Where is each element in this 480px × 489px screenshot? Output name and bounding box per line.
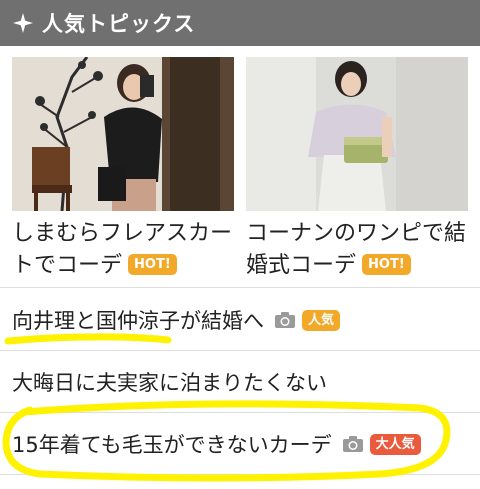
very-popular-badge: 大人気 (369, 433, 421, 455)
section-header: 人気トピックス (0, 0, 480, 46)
card-title-text-1[interactable]: しまむらフレアスカートでコーデ (12, 221, 232, 278)
popular-badge: 人気 (302, 309, 341, 331)
topic-row-2[interactable]: 大晦日に夫実家に泊まりたくない (0, 352, 480, 412)
hot-badge-1: HOT! (128, 253, 177, 275)
divider (0, 350, 480, 351)
card-title-2[interactable]: コーナンのワンピで結婚式コーデ HOT! (246, 218, 476, 282)
divider (0, 287, 480, 288)
topic-text-3[interactable]: 15年着ても毛玉ができないカーデ (12, 429, 332, 459)
divider (0, 412, 480, 413)
topic-row-1[interactable]: 向井理と国仲涼子が結婚へ 人気 (0, 290, 480, 350)
section-title: 人気トピックス (42, 12, 196, 36)
hot-badge-2: HOT! (362, 253, 411, 275)
card-thumbnail-1[interactable] (12, 57, 234, 211)
sparkle-star-icon (12, 12, 34, 34)
topic-row-3[interactable]: 15年着ても毛玉ができないカーデ 大人気 (0, 414, 480, 474)
divider (0, 474, 480, 475)
card-thumbnail-2[interactable] (246, 57, 468, 211)
topic-text-2[interactable]: 大晦日に夫実家に泊まりたくない (12, 367, 327, 397)
topic-text-1[interactable]: 向井理と国仲涼子が結婚へ (12, 305, 264, 335)
card-title-1[interactable]: しまむらフレアスカートでコーデ HOT! (12, 218, 242, 282)
card-title-text-2[interactable]: コーナンのワンピで結婚式コーデ (246, 221, 466, 278)
popular-topics-panel: 人気トピックス しまむらフレアスカートでコーデ HOT! コーナンのワンピで結婚… (0, 0, 480, 489)
camera-icon (274, 311, 296, 329)
camera-icon (342, 435, 364, 453)
